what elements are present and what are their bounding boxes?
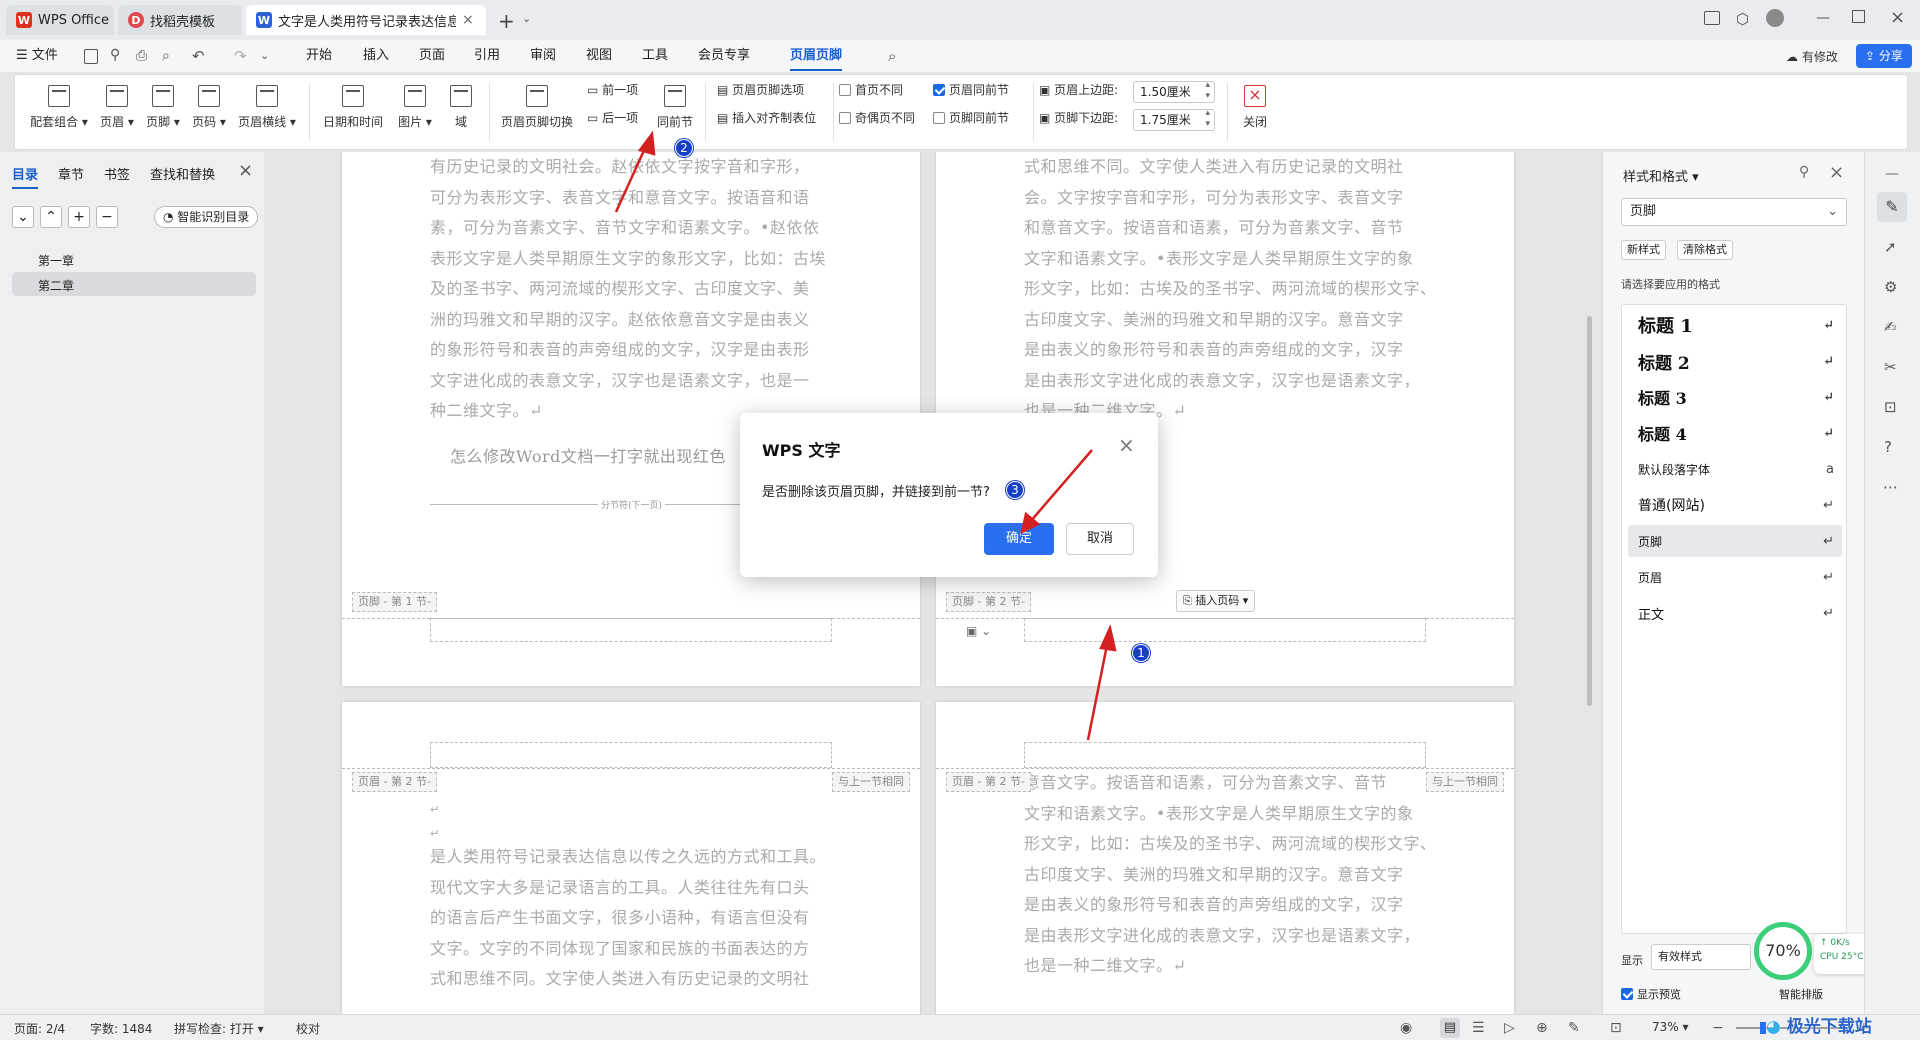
annotation-badge-2: 2 bbox=[675, 139, 693, 157]
annotation-badge-3: 3 bbox=[1006, 481, 1024, 499]
watermark-logo: ◕ 极光下载站 bbox=[1766, 1012, 1872, 1037]
annotation-badge-1: 1 bbox=[1132, 644, 1150, 662]
annotation-arrow-2 bbox=[614, 145, 648, 213]
annotation-arrowhead-2 bbox=[637, 130, 656, 156]
annotation-arrow-3 bbox=[1029, 449, 1093, 523]
annotation-arrowhead-1 bbox=[1099, 624, 1117, 652]
annotation-arrow-1 bbox=[1086, 639, 1110, 741]
watermark-text: 极光下载站 bbox=[1786, 1017, 1872, 1037]
annotation-arrows bbox=[614, 130, 1117, 741]
watermark-swirl-icon: ◕ bbox=[1766, 1017, 1787, 1037]
